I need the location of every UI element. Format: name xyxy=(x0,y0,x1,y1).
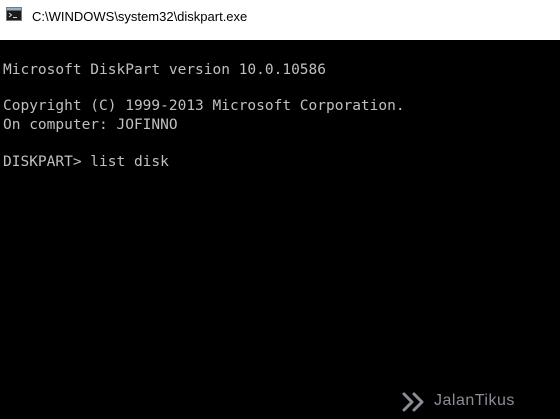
console-line-version: Microsoft DiskPart version 10.0.10586 xyxy=(3,62,327,78)
jalantikus-logo-icon xyxy=(402,392,424,412)
console-line-command: DISKPART> list disk xyxy=(3,154,169,170)
console-line-computer: On computer: JOFINNO xyxy=(3,117,178,133)
console-icon xyxy=(6,7,22,21)
console-line-copyright: Copyright (C) 1999-2013 Microsoft Corpor… xyxy=(3,98,405,114)
watermark-text: JalanTikus xyxy=(434,392,515,409)
console-output[interactable]: Microsoft DiskPart version 10.0.10586 Co… xyxy=(0,40,560,419)
window-title: C:\WINDOWS\system32\diskpart.exe xyxy=(32,9,248,24)
title-bar[interactable]: C:\WINDOWS\system32\diskpart.exe xyxy=(0,0,560,40)
console-window: C:\WINDOWS\system32\diskpart.exe Microso… xyxy=(0,0,560,419)
